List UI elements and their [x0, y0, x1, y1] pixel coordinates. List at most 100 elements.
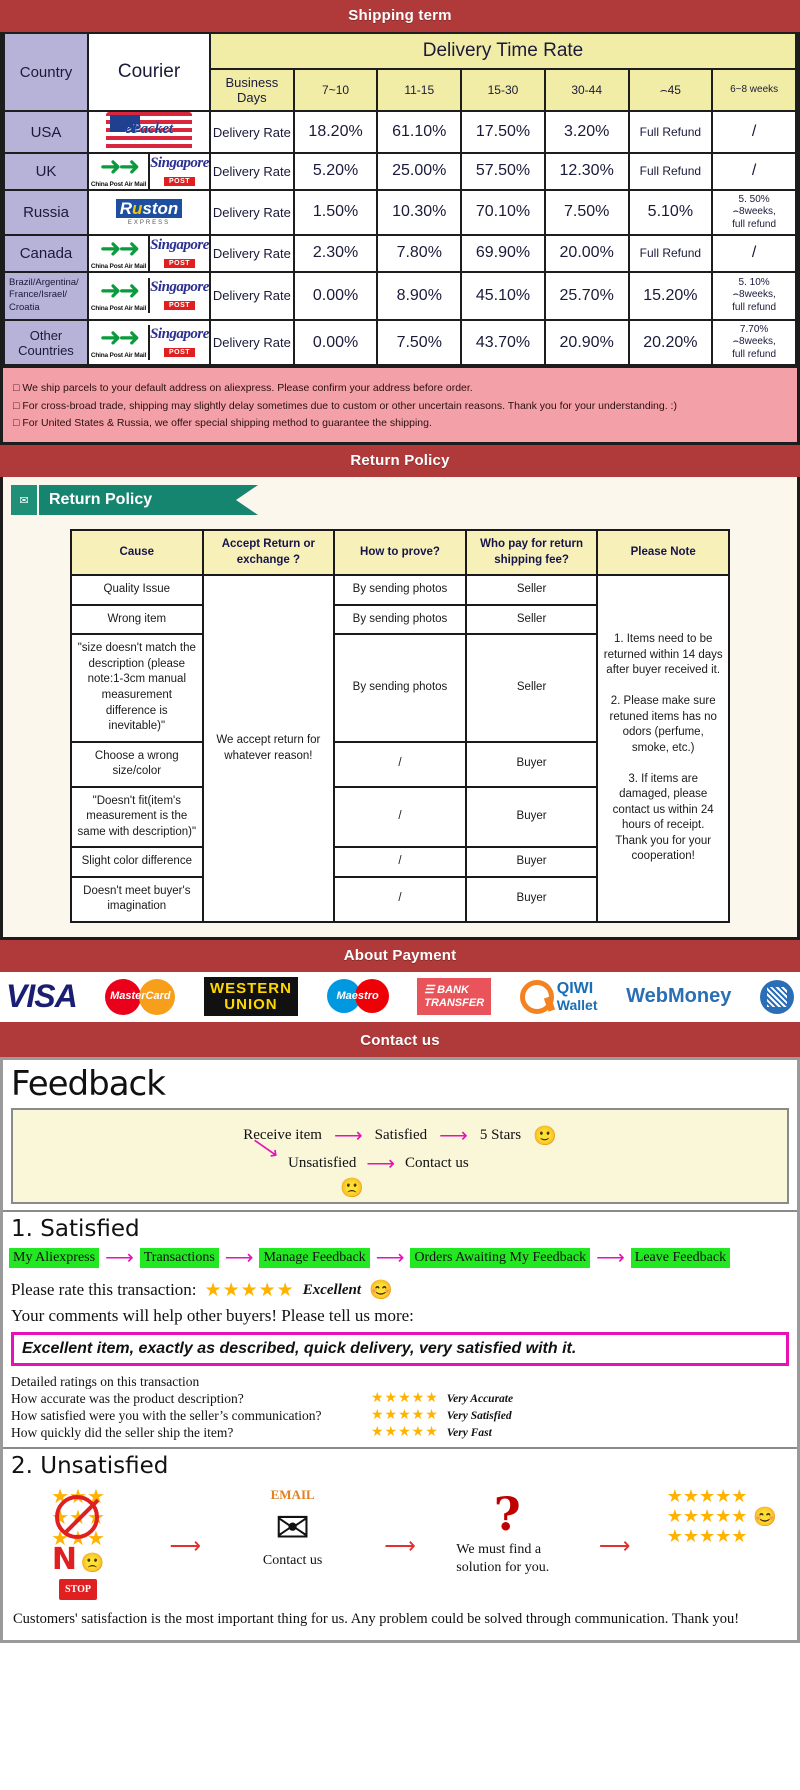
row-rate-label-other: Delivery Rate — [209, 318, 295, 367]
unsatisfied-heading: 2. Unsatisfied — [3, 1447, 797, 1481]
row-courier-brazil-group: ➜➜ China Post Air Mail Singapore POST — [87, 270, 211, 321]
row-country-russia: Russia — [3, 188, 89, 236]
who-wrong-item: Seller — [464, 603, 599, 636]
flow-five-stars: 5 Stars — [479, 1127, 522, 1144]
arrow-right-icon: ⟶ — [224, 1247, 254, 1270]
cell-other-6-8-weeks: 7.70% ⌢8weeks, full refund — [711, 318, 797, 367]
ruston-express-logo: Ruston EXPRESS — [89, 198, 209, 226]
cell-other-15-30: 43.70% — [460, 318, 546, 367]
cell-usa-6-8-weeks: / — [711, 110, 797, 154]
cause-slight-color-difference: Slight color difference — [70, 846, 204, 878]
cell-other-30-44: 20.90% — [543, 318, 630, 367]
cell-brazil-6-8-weeks: 5. 10% ⌢8weeks, full refund — [711, 270, 797, 321]
please-note-cell: 1. Items need to be returned within 14 d… — [596, 574, 730, 923]
sad-face-icon: 🙁 — [80, 1553, 105, 1575]
step-manage-feedback[interactable]: Manage Feedback — [259, 1247, 370, 1269]
product-description-page: Shipping term Country Courier Delivery T… — [0, 0, 800, 1644]
cell-canada-15-30: 69.90% — [460, 234, 546, 273]
rating-stars-communication[interactable]: ★★★★★ — [371, 1407, 439, 1424]
cell-other-11-15: 7.50% — [376, 318, 463, 367]
contact-us-caption: Contact us — [262, 1553, 323, 1569]
cell-russia-6-8-weeks: 5. 50% ⌢8weeks, full refund — [711, 188, 797, 236]
rating-value-shipping-speed: Very Fast — [446, 1426, 492, 1439]
happy-face-icon: 😊 — [753, 1507, 778, 1529]
header-col-11-15: 11-15 — [376, 68, 463, 112]
cell-canada-30-44: 20.00% — [543, 234, 630, 273]
happy-face-icon: 🙂 — [533, 1125, 557, 1147]
cell-russia-15-30: 70.10% — [460, 188, 546, 236]
no-bad-rating-icon: ★★★ ★★★ ★★★ — [51, 1486, 105, 1551]
return-policy-table: Cause Accept Return or exchange ? How to… — [70, 529, 730, 923]
cell-brazil-over-45: 15.20% — [627, 270, 714, 321]
email-label: EMAIL — [270, 1487, 315, 1503]
prove-wrong-item: By sending photos — [333, 603, 467, 636]
cell-uk-15-30: 57.50% — [460, 152, 546, 191]
rating-stars-shipping-speed[interactable]: ★★★★★ — [371, 1424, 439, 1441]
step-my-aliexpress[interactable]: My Aliexpress — [9, 1247, 100, 1269]
step-transactions[interactable]: Transactions — [139, 1247, 219, 1269]
email-column: EMAIL ✉ Contact us — [228, 1487, 358, 1569]
arrow-right-icon: ⟶ — [375, 1247, 405, 1270]
who-size-mismatch: Seller — [464, 633, 599, 743]
comment-text-box[interactable]: Excellent item, exactly as described, qu… — [11, 1332, 789, 1367]
arrow-right-icon: ⟶ — [333, 1124, 363, 1147]
feedback-title: Feedback — [11, 1063, 166, 1104]
shipping-note-2: For cross-broad trade, shipping may slig… — [13, 398, 787, 415]
singapore-post-logo: Singapore POST — [148, 278, 209, 313]
detailed-rating-row: How quickly did the seller ship the item… — [11, 1424, 789, 1441]
wmz-globe-icon — [759, 978, 794, 1016]
rate-transaction-label: Please rate this transaction: — [11, 1280, 197, 1300]
cell-other-7-10: 0.00% — [292, 318, 379, 367]
smiley-face-icon: 😊 — [369, 1280, 393, 1302]
prove-quality-issue: By sending photos — [333, 574, 467, 606]
stop-sign-icon: STOP — [57, 1577, 99, 1603]
rating-question-shipping-speed: How quickly did the seller ship the item… — [11, 1424, 234, 1440]
china-post-air-mail-logo: ➜➜ China Post Air Mail — [90, 234, 147, 270]
satisfied-steps: My Aliexpress ⟶ Transactions ⟶ Manage Fe… — [3, 1244, 797, 1277]
header-accept-return: Accept Return or exchange ? — [201, 529, 336, 577]
flow-unsatisfied: Unsatisfied — [288, 1155, 357, 1172]
cause-doesnt-fit: "Doesn't fit(item's measurement is the s… — [70, 785, 204, 849]
row-courier-uk: ➜➜ China Post Air Mail Singapore POST — [87, 152, 211, 191]
rating-stars[interactable]: ★★★★★ — [205, 1279, 295, 1302]
header-col-6-8-weeks: 6~8 weeks — [711, 68, 797, 112]
cell-russia-over-45: 5.10% — [627, 188, 714, 236]
cell-usa-7-10: 18.20% — [292, 110, 379, 154]
row-rate-label-usa: Delivery Rate — [209, 110, 295, 154]
western-union-icon: WESTERN UNION — [203, 977, 298, 1016]
cell-uk-11-15: 25.00% — [376, 152, 463, 191]
step-orders-awaiting[interactable]: Orders Awaiting My Feedback — [410, 1247, 591, 1269]
singapore-post-logo: Singapore POST — [148, 325, 209, 360]
prove-wrong-size-color: / — [333, 740, 467, 788]
cell-usa-30-44: 3.20% — [543, 110, 630, 154]
table-row: Russia Ruston EXPRESS Delivery Rate 1.50%… — [3, 188, 797, 236]
return-header-row: Cause Accept Return or exchange ? How to… — [70, 529, 730, 577]
arrow-right-icon: ⟶ — [596, 1247, 625, 1270]
cause-wrong-size-color: Choose a wrong size/color — [70, 740, 204, 788]
feedback-flow-row-2: Unsatisfied ⟶ Contact us — [288, 1154, 469, 1174]
cell-uk-over-45: Full Refund — [627, 152, 714, 191]
cell-russia-7-10: 1.50% — [292, 188, 379, 236]
feedback-section: Feedback Receive item ⟶ Satisfied ⟶ 5 St… — [0, 1056, 800, 1644]
cell-russia-11-15: 10.30% — [376, 188, 463, 236]
header-col-over-45: ⌢45 — [627, 68, 714, 112]
arrow-right-icon: ⟶ — [598, 1533, 631, 1559]
must-find-solution-caption: We must find a solution for you. — [456, 1542, 550, 1575]
detailed-ratings-label: Detailed ratings on this transaction — [11, 1374, 200, 1390]
cell-uk-7-10: 5.20% — [292, 152, 379, 191]
cell-other-over-45: 20.20% — [627, 318, 714, 367]
china-post-air-mail-logo: ➜➜ China Post Air Mail — [90, 152, 147, 188]
cause-size-mismatch: "size doesn't match the description (ple… — [70, 633, 204, 743]
rating-value-communication: Very Satisfied — [446, 1409, 512, 1422]
rating-question-accuracy: How accurate was the product description… — [11, 1390, 244, 1406]
return-policy-banner: Return Policy — [0, 445, 800, 478]
rating-stars-accuracy[interactable]: ★★★★★ — [371, 1390, 439, 1407]
cell-canada-6-8-weeks: / — [711, 234, 797, 273]
cell-russia-30-44: 7.50% — [543, 188, 630, 236]
flow-contact-us: Contact us — [405, 1155, 469, 1172]
cell-brazil-11-15: 8.90% — [376, 270, 463, 321]
detailed-rating-row: How satisfied were you with the seller’s… — [11, 1407, 789, 1424]
who-slight-color-difference: Buyer — [464, 846, 599, 878]
step-leave-feedback[interactable]: Leave Feedback — [630, 1247, 731, 1269]
bad-rating-column: ★★★ ★★★ ★★★ N 🙁 STOP — [13, 1486, 143, 1603]
